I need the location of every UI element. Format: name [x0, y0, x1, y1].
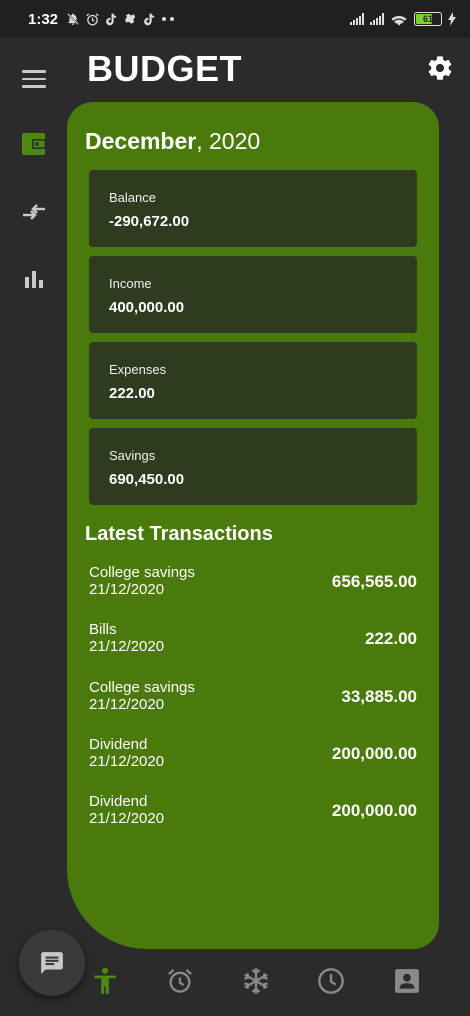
clock-icon	[318, 968, 344, 994]
balance-card[interactable]: Balance -290,672.00	[89, 170, 417, 247]
expenses-card[interactable]: Expenses 222.00	[89, 342, 417, 419]
savings-card[interactable]: Savings 690,450.00	[89, 428, 417, 505]
transaction-amount: 200,000.00	[331, 743, 417, 763]
stat-label: Income	[109, 276, 152, 291]
period-title: December, 2020	[85, 128, 260, 155]
transaction-amount: 222.00	[365, 629, 417, 649]
settings-button[interactable]	[426, 54, 454, 82]
more-dots-icon	[162, 17, 175, 21]
status-left-icons	[66, 12, 175, 27]
chat-icon	[41, 952, 63, 974]
latest-transactions-title: Latest Transactions	[85, 523, 273, 545]
stat-label: Savings	[109, 448, 156, 463]
stat-value: -290,672.00	[109, 213, 190, 230]
period-year: , 2020	[196, 128, 261, 154]
contact-card-icon	[395, 969, 419, 993]
transaction-amount: 656,565.00	[331, 572, 417, 591]
bottom-nav-person[interactable]	[90, 966, 120, 996]
alarm-icon	[86, 12, 99, 25]
snowflake-icon	[244, 968, 268, 994]
period-month: December	[85, 128, 197, 154]
transaction-amount: 33,885.00	[341, 686, 417, 706]
tiktok-icon	[144, 13, 155, 26]
person-icon	[94, 967, 116, 994]
transactions-list: College savings 21/12/2020 656,565.00 Bi…	[89, 564, 417, 850]
income-card[interactable]: Income 400,000.00	[89, 256, 417, 333]
bottom-nav-snowflake[interactable]	[241, 966, 271, 996]
bottom-nav-clock[interactable]	[316, 966, 346, 996]
status-time: 1:32	[28, 10, 59, 28]
battery-level: 61	[422, 14, 433, 24]
stat-label: Expenses	[109, 362, 167, 377]
charging-icon	[448, 12, 456, 26]
transaction-row[interactable]: College savings 21/12/2020 33,885.00	[89, 679, 417, 736]
stat-value: 690,450.00	[109, 471, 185, 488]
stat-value: 222.00	[109, 385, 155, 402]
bottom-nav-alarm[interactable]	[165, 966, 195, 996]
sidebar-item-wallet[interactable]	[20, 130, 48, 158]
budget-card: December, 2020 Balance -290,672.00 Incom…	[67, 102, 439, 949]
status-right-icons: 61	[350, 12, 456, 26]
transfer-arrows-icon	[23, 204, 45, 220]
app-title: BUDGET	[87, 48, 242, 89]
transaction-amount: 200,000.00	[331, 801, 417, 821]
sidebar-item-transfers[interactable]	[20, 198, 48, 226]
bottom-nav-contact[interactable]	[392, 966, 422, 996]
status-bar: 1:32 61	[0, 0, 470, 38]
transaction-row[interactable]: Dividend 21/12/2020 200,000.00	[89, 736, 417, 793]
gear-icon	[428, 56, 452, 80]
signal-icon	[370, 13, 384, 25]
transaction-row[interactable]: Dividend 21/12/2020 200,000.00	[89, 793, 417, 850]
battery-icon: 61	[414, 12, 442, 26]
menu-icon[interactable]	[22, 70, 46, 88]
stat-value: 400,000.00	[109, 299, 185, 316]
sidebar-item-stats[interactable]	[20, 264, 48, 292]
transaction-row[interactable]: College savings 21/12/2020 656,565.00	[89, 564, 417, 621]
wallet-icon	[22, 133, 46, 155]
app-icon	[125, 13, 136, 24]
alarm-clock-icon	[168, 969, 192, 993]
stat-label: Balance	[109, 190, 156, 205]
chat-button[interactable]	[19, 930, 85, 996]
signal-icon	[350, 13, 364, 25]
tiktok-icon	[106, 13, 117, 26]
bar-chart-icon	[25, 271, 43, 288]
muted-bell-icon	[67, 13, 79, 25]
sidebar	[0, 38, 68, 338]
wifi-icon	[391, 15, 407, 26]
transaction-row[interactable]: Bills 21/12/2020 222.00	[89, 621, 417, 678]
